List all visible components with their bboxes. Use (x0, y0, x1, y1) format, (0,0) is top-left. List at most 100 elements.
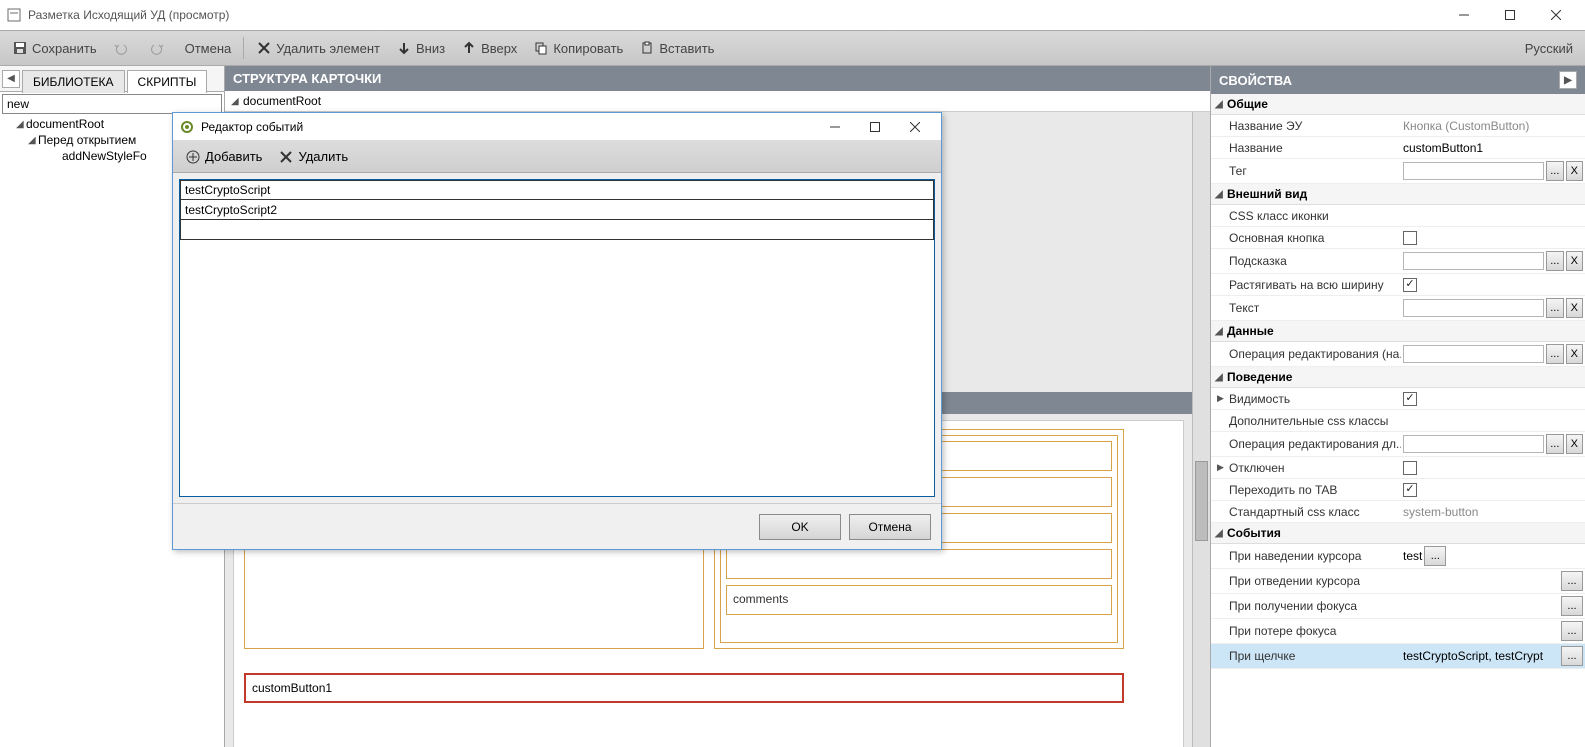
left-collapse-button[interactable]: ◀ (2, 70, 20, 88)
prop-group-behavior[interactable]: ◢Поведение (1211, 367, 1585, 388)
delete-element-button[interactable]: Удалить элемент (249, 36, 387, 60)
save-label: Сохранить (32, 41, 97, 56)
dialog-minimize-button[interactable] (815, 114, 855, 140)
dialog-toolbar: Добавить Удалить (173, 141, 941, 173)
prop-on-click-row[interactable]: При щелчкеtestCryptoScript, testCrypt... (1211, 644, 1585, 669)
save-icon (12, 40, 28, 56)
redo-icon (149, 40, 165, 56)
selected-element-custombutton1[interactable]: customButton1 (244, 673, 1124, 703)
arrow-up-icon (461, 40, 477, 56)
prop-hint-input[interactable] (1403, 252, 1544, 270)
prop-editop2-clear-button[interactable]: X (1566, 434, 1583, 454)
new-script-input[interactable] (185, 223, 929, 237)
structure-root-row[interactable]: ◢ documentRoot (225, 91, 1210, 112)
window-maximize-button[interactable] (1487, 0, 1533, 30)
prop-editop-more-button[interactable]: ... (1546, 344, 1563, 364)
copy-icon (533, 40, 549, 56)
properties-collapse-button[interactable]: ▶ (1559, 71, 1577, 89)
move-down-button[interactable]: Вниз (389, 36, 452, 60)
main-toolbar: Сохранить Отмена Удалить элемент Вниз Вв… (0, 30, 1585, 66)
prop-hover-value[interactable]: test (1403, 549, 1422, 563)
prop-text-more-button[interactable]: ... (1546, 298, 1563, 318)
structure-header: СТРУКТУРА КАРТОЧКИ (225, 66, 1210, 91)
prop-click-value[interactable]: testCryptoScript, testCrypt (1403, 649, 1559, 663)
prop-group-data[interactable]: ◢Данные (1211, 321, 1585, 342)
properties-panel: СВОЙСТВА ▶ ◢Общие Название ЭУ Кнопка (Cu… (1210, 66, 1585, 747)
list-item[interactable]: testCryptoScript (180, 180, 934, 200)
dialog-close-button[interactable] (895, 114, 935, 140)
prop-tag-more-button[interactable]: ... (1546, 161, 1563, 181)
window-minimize-button[interactable] (1441, 0, 1487, 30)
delete-element-label: Удалить элемент (276, 41, 380, 56)
plus-circle-icon (185, 149, 201, 165)
dialog-script-list: testCryptoScript testCryptoScript2 (179, 179, 935, 497)
event-editor-dialog: Редактор событий Добавить Удалить testCr… (172, 112, 942, 550)
undo-button[interactable] (106, 36, 140, 60)
prop-tab-checkbox[interactable] (1403, 483, 1417, 497)
prop-text-clear-button[interactable]: X (1566, 298, 1583, 318)
comments-field-label: comments (733, 592, 788, 606)
prop-editop2-more-button[interactable]: ... (1546, 434, 1563, 454)
prop-group-common[interactable]: ◢Общие (1211, 94, 1585, 115)
dialog-ok-button[interactable]: OK (759, 514, 841, 540)
prop-click-more-button[interactable]: ... (1561, 646, 1583, 666)
prop-hover-more-button[interactable]: ... (1424, 546, 1446, 566)
prop-text-input[interactable] (1403, 299, 1544, 317)
script-search-input[interactable]: new (2, 94, 222, 114)
dialog-add-button[interactable]: Добавить (178, 145, 269, 169)
prop-leave-more-button[interactable]: ... (1561, 571, 1583, 591)
copy-label: Копировать (553, 41, 623, 56)
prop-group-appearance[interactable]: ◢Внешний вид (1211, 184, 1585, 205)
prop-tag-clear-button[interactable]: X (1566, 161, 1583, 181)
paste-icon (639, 40, 655, 56)
dialog-cancel-button[interactable]: Отмена (849, 514, 931, 540)
tab-library[interactable]: БИБЛИОТЕКА (22, 70, 125, 93)
prop-disabled-checkbox[interactable] (1403, 461, 1417, 475)
prop-tag-input[interactable] (1403, 162, 1544, 180)
dialog-titlebar: Редактор событий (173, 113, 941, 141)
window-title: Разметка Исходящий УД (просмотр) (28, 8, 229, 22)
paste-label: Вставить (659, 41, 714, 56)
window-titlebar: Разметка Исходящий УД (просмотр) (0, 0, 1585, 30)
down-label: Вниз (416, 41, 445, 56)
properties-header: СВОЙСТВА ▶ (1211, 66, 1585, 94)
prop-main-button-checkbox[interactable] (1403, 231, 1417, 245)
save-button[interactable]: Сохранить (5, 36, 104, 60)
prop-name-eu: Название ЭУ Кнопка (CustomButton) (1211, 115, 1585, 137)
arrow-down-icon (396, 40, 412, 56)
copy-button[interactable]: Копировать (526, 36, 630, 60)
dialog-title: Редактор событий (201, 120, 303, 134)
canvas-scrollbar[interactable] (1192, 112, 1210, 747)
prop-editop-input[interactable] (1403, 345, 1544, 363)
list-item-new[interactable] (180, 220, 934, 240)
prop-hint-clear-button[interactable]: X (1566, 251, 1583, 271)
prop-editop2-input[interactable] (1403, 435, 1544, 453)
dialog-delete-button[interactable]: Удалить (271, 145, 355, 169)
undo-icon (113, 40, 129, 56)
prop-name-value[interactable]: customButton1 (1403, 141, 1483, 155)
tab-scripts[interactable]: СКРИПТЫ (127, 70, 208, 93)
prop-group-events[interactable]: ◢События (1211, 523, 1585, 544)
prop-visibility-checkbox[interactable] (1403, 392, 1417, 406)
app-icon (6, 7, 22, 23)
prop-hint-more-button[interactable]: ... (1546, 251, 1563, 271)
search-text: new (7, 97, 29, 111)
prop-tag: Тег ...X (1211, 159, 1585, 184)
list-item[interactable]: testCryptoScript2 (180, 200, 934, 220)
window-close-button[interactable] (1533, 0, 1579, 30)
move-up-button[interactable]: Вверх (454, 36, 524, 60)
delete-x-icon (278, 149, 294, 165)
redo-button[interactable] (142, 36, 176, 60)
prop-focus-more-button[interactable]: ... (1561, 596, 1583, 616)
paste-button[interactable]: Вставить (632, 36, 721, 60)
prop-blur-more-button[interactable]: ... (1561, 621, 1583, 641)
cancel-button[interactable]: Отмена (178, 37, 239, 60)
up-label: Вверх (481, 41, 517, 56)
gear-icon (179, 119, 195, 135)
cancel-label: Отмена (185, 41, 232, 56)
dialog-maximize-button[interactable] (855, 114, 895, 140)
language-selector[interactable]: Русский (1517, 41, 1581, 56)
prop-editop-clear-button[interactable]: X (1566, 344, 1583, 364)
prop-name: Название customButton1 (1211, 137, 1585, 159)
prop-stretch-checkbox[interactable] (1403, 278, 1417, 292)
